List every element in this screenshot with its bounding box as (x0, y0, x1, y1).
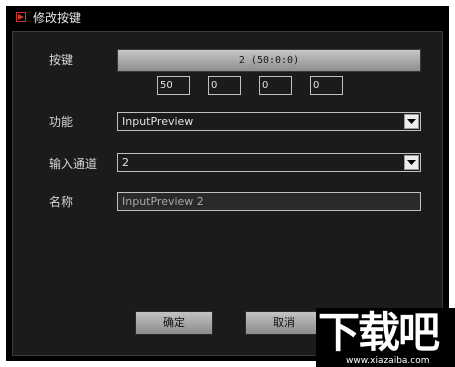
ok-button[interactable]: 确定 (135, 311, 213, 335)
key-field-1[interactable]: 50 (157, 76, 190, 95)
key-capture-button[interactable]: 2 (50:0:0) (117, 49, 421, 72)
chevron-down-icon[interactable] (404, 114, 419, 129)
window-title: 修改按键 (33, 11, 82, 25)
watermark-logo: 下载吧 (318, 308, 440, 357)
name-field[interactable]: InputPreview 2 (117, 192, 421, 211)
app-icon (16, 12, 26, 22)
name-label: 名称 (49, 195, 74, 209)
key-field-4[interactable]: 0 (310, 76, 343, 95)
watermark-url: www.xiazaiba.com (346, 356, 430, 366)
function-select-value: InputPreview (122, 115, 194, 128)
key-field-3[interactable]: 0 (259, 76, 292, 95)
name-field-value: InputPreview 2 (122, 195, 204, 208)
function-label: 功能 (49, 115, 74, 129)
channel-label: 输入通道 (49, 157, 98, 171)
channel-select[interactable]: 2 (117, 153, 421, 172)
watermark: 下载吧 www.xiazaiba.com (316, 308, 455, 367)
channel-select-value: 2 (122, 156, 129, 169)
key-label: 按键 (49, 53, 74, 67)
key-field-2[interactable]: 0 (208, 76, 241, 95)
function-select[interactable]: InputPreview (117, 112, 421, 131)
cancel-button[interactable]: 取消 (245, 311, 323, 335)
chevron-down-icon[interactable] (404, 155, 419, 170)
title-bar: 修改按键 (6, 6, 449, 31)
